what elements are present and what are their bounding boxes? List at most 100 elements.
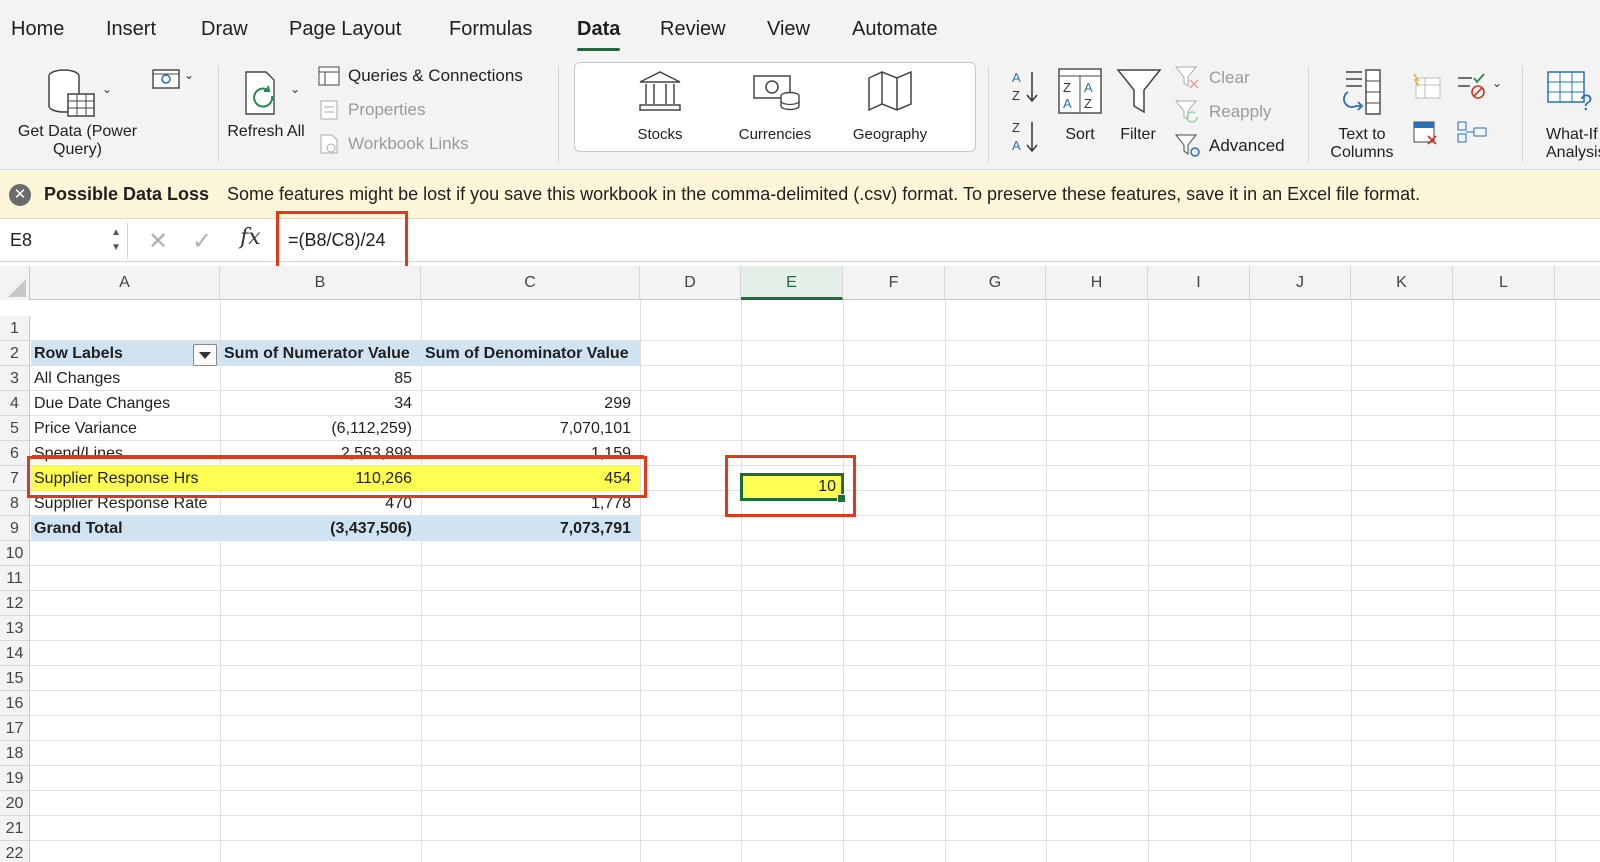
tab-draw[interactable]: Draw <box>201 18 248 41</box>
column-header[interactable]: B <box>220 266 421 300</box>
row-header[interactable]: 15 <box>0 666 30 691</box>
row-header[interactable]: 1 <box>0 316 30 341</box>
column-header[interactable]: D <box>640 266 741 300</box>
tab-formulas[interactable]: Formulas <box>449 18 532 41</box>
pivot-row-num[interactable]: 85 <box>220 366 421 391</box>
row-header[interactable]: 19 <box>0 766 30 791</box>
sort-button[interactable]: Z A A Z Sort <box>1052 62 1108 162</box>
row-header[interactable]: 21 <box>0 816 30 841</box>
pivot-row-label[interactable]: Price Variance <box>30 416 220 441</box>
properties-button[interactable]: Properties <box>318 100 425 120</box>
name-box[interactable]: E8 ▲ ▼ <box>0 223 128 259</box>
pivot-filter-dropdown[interactable] <box>193 344 217 366</box>
pivot-total-den[interactable]: 7,073,791 <box>421 516 640 541</box>
clear-filter-button[interactable]: Clear <box>1175 66 1250 90</box>
what-if-analysis-button[interactable]: ? What-If Analysis <box>1530 62 1600 162</box>
refresh-all-label: Refresh All <box>227 123 305 140</box>
row-header[interactable]: 8 <box>0 491 30 516</box>
row-header[interactable]: 7 <box>0 466 30 491</box>
data-validation-button[interactable]: ⌄ <box>1456 72 1506 106</box>
geography-button[interactable]: Geography <box>845 66 935 152</box>
reapply-button[interactable]: Reapply <box>1175 100 1271 124</box>
clear-filter-icon <box>1175 66 1199 89</box>
pivot-row-label[interactable]: Due Date Changes <box>30 391 220 416</box>
filter-button[interactable]: Filter <box>1110 62 1166 162</box>
pivot-row-den[interactable]: 299 <box>421 391 640 416</box>
column-header[interactable]: F <box>843 266 945 300</box>
svg-text:Z: Z <box>1012 120 1020 135</box>
column-header[interactable]: A <box>30 266 220 300</box>
properties-icon <box>320 100 338 120</box>
column-header[interactable]: G <box>945 266 1046 300</box>
name-box-stepper[interactable]: ▲ ▼ <box>111 225 121 255</box>
pivot-total-num[interactable]: (3,437,506) <box>220 516 421 541</box>
filter-icon <box>1116 69 1162 114</box>
tab-review[interactable]: Review <box>660 18 726 41</box>
sort-z-a-button[interactable]: Z A <box>1010 118 1042 158</box>
sort-a-z-button[interactable]: A Z <box>1010 68 1042 108</box>
row-header[interactable]: 13 <box>0 616 30 641</box>
column-header-selected[interactable]: E <box>741 266 843 300</box>
row-header[interactable]: 16 <box>0 691 30 716</box>
row-header[interactable]: 4 <box>0 391 30 416</box>
close-icon[interactable]: ✕ <box>9 184 31 206</box>
row-header[interactable]: 14 <box>0 641 30 666</box>
sort-descending-icon: Z A <box>1012 120 1038 153</box>
worksheet-grid[interactable]: A B C D E F G H I J K L 1 2 3 4 5 6 7 8 9 10 11 12 1… <box>0 266 1600 862</box>
pivot-header-denominator[interactable]: Sum of Denominator Value <box>421 341 640 366</box>
workbook-links-icon <box>320 134 338 154</box>
pivot-row-label[interactable]: All Changes <box>30 366 220 391</box>
flash-fill-button[interactable] <box>1410 72 1444 106</box>
row-header[interactable]: 5 <box>0 416 30 441</box>
pivot-row-den[interactable]: 7,070,101 <box>421 416 640 441</box>
queries-connections-button[interactable]: Queries & Connections <box>318 66 523 86</box>
currencies-button[interactable]: Currencies <box>730 66 820 152</box>
tab-home[interactable]: Home <box>11 18 64 41</box>
pivot-row-num[interactable]: (6,112,259) <box>220 416 421 441</box>
row-header[interactable]: 22 <box>0 841 30 862</box>
row-header[interactable]: 20 <box>0 791 30 816</box>
row-header[interactable]: 6 <box>0 441 30 466</box>
tab-automate[interactable]: Automate <box>852 18 938 41</box>
row-header[interactable]: 17 <box>0 716 30 741</box>
cancel-icon[interactable]: ✕ <box>148 227 168 256</box>
row-header[interactable]: 3 <box>0 366 30 391</box>
insert-function-icon[interactable]: fx <box>240 225 261 250</box>
sort-icon: Z A A Z <box>1058 68 1102 114</box>
row-header[interactable]: 11 <box>0 566 30 591</box>
column-header[interactable]: H <box>1046 266 1148 300</box>
gridline-vertical <box>741 300 742 862</box>
column-header[interactable]: L <box>1453 266 1555 300</box>
confirm-icon[interactable]: ✓ <box>192 227 212 256</box>
workbook-links-button[interactable]: Workbook Links <box>318 134 469 154</box>
row-header[interactable]: 2 <box>0 341 30 366</box>
tab-view[interactable]: View <box>767 18 810 41</box>
gridline-horizontal <box>30 640 1600 641</box>
advanced-filter-button[interactable]: Advanced <box>1175 134 1285 158</box>
select-all-button[interactable] <box>0 266 30 300</box>
gridline-horizontal <box>30 790 1600 791</box>
pivot-header-row-labels[interactable]: Row Labels <box>30 341 195 366</box>
stocks-button[interactable]: Stocks <box>620 66 700 152</box>
text-to-columns-button[interactable]: Text to Columns <box>1322 62 1402 162</box>
row-header[interactable]: 12 <box>0 591 30 616</box>
column-header[interactable]: J <box>1250 266 1351 300</box>
row-header[interactable]: 18 <box>0 741 30 766</box>
get-data-button[interactable]: ⌄ Get Data (Power Query) <box>10 60 145 165</box>
tab-page-layout[interactable]: Page Layout <box>289 18 401 41</box>
pivot-row-num[interactable]: 34 <box>220 391 421 416</box>
column-header[interactable]: C <box>421 266 640 300</box>
column-header[interactable]: K <box>1351 266 1453 300</box>
pivot-row-den[interactable] <box>421 366 640 391</box>
refresh-all-button[interactable]: ⌄ Refresh All <box>227 60 305 165</box>
row-header[interactable]: 10 <box>0 541 30 566</box>
tab-data[interactable]: Data <box>577 18 621 51</box>
remove-duplicates-button[interactable] <box>1410 118 1444 152</box>
row-header[interactable]: 9 <box>0 516 30 541</box>
column-header[interactable]: I <box>1148 266 1250 300</box>
tab-insert[interactable]: Insert <box>106 18 156 41</box>
consolidate-button[interactable] <box>1456 118 1490 152</box>
pivot-header-numerator[interactable]: Sum of Numerator Value <box>220 341 421 366</box>
pivot-total-label[interactable]: Grand Total <box>30 516 220 541</box>
from-picture-button[interactable]: ⌄ <box>150 64 200 94</box>
